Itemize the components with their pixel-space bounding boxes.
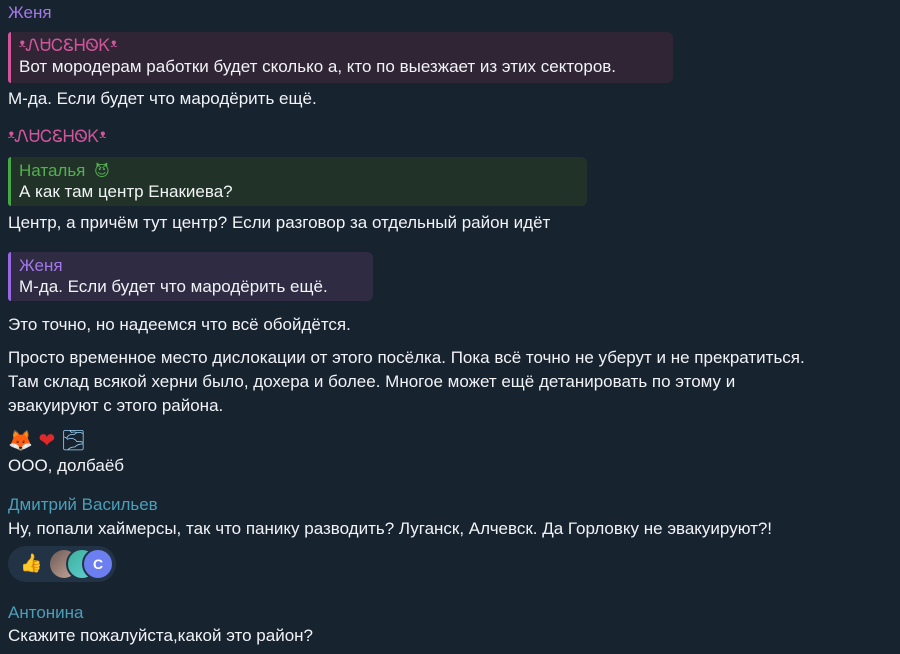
quote-text: М-да. Если будет что мародёрить ещё. — [19, 277, 328, 296]
heart-emoji-icon: ❤ — [38, 428, 56, 452]
message-text: Это точно, но надеемся что всё обойдётся… — [8, 315, 351, 334]
message-text: ООО, долбаёб — [8, 456, 125, 475]
quote-sender: Женя — [19, 256, 63, 275]
quote-sender: ᵜᏁᏌᏟᏋᎻᏫᏦᵜ — [19, 36, 118, 55]
message-text: М-да. Если будет что мародёрить ещё. — [8, 89, 317, 108]
reply-quote[interactable]: ᵜᏁᏌᏟᏋᎻᏫᏦᵜ Вот мородерам работки будет ск… — [8, 32, 673, 83]
thumbs-up-icon: 👍 — [20, 553, 43, 574]
quote-text: А как там центр Енакиева? — [19, 182, 233, 201]
reply-quote[interactable]: Наталья 😈 А как там центр Енакиева? — [8, 157, 587, 206]
message-text-line: эвакуируют с этого района. — [8, 396, 224, 415]
emoji-row: 🦊 ❤ 🌫 — [8, 428, 86, 453]
message-text-line: Просто временное место дислокации от это… — [8, 348, 805, 367]
devil-emoji-icon: 😈 — [94, 162, 110, 180]
reply-quote[interactable]: Женя М-да. Если будет что мародёрить ещё… — [8, 252, 373, 301]
message-text: Центр, а причём тут центр? Если разговор… — [8, 213, 551, 232]
quote-text: Вот мородерам работки будет сколько а, к… — [19, 57, 617, 76]
fox-emoji-icon: 🦊 — [8, 428, 33, 452]
message-sender[interactable]: Женя — [8, 3, 52, 23]
message-sender[interactable]: ᵜᏁᏌᏟᏋᎻᏫᏦᵜ — [8, 127, 106, 147]
rocket-emoji-icon: 🌫 — [60, 428, 87, 452]
message-sender[interactable]: Антонина — [8, 603, 84, 623]
message-text: Ну, попали хаймерсы, так что панику разв… — [8, 519, 773, 538]
message-text-line: Там склад всякой херни было, дохера и бо… — [8, 372, 736, 391]
reaction-pill[interactable]: 👍 C — [8, 546, 116, 582]
message-sender[interactable]: Дмитрий Васильев — [8, 495, 158, 515]
message-text: Скажите пожалуйста,какой это район? — [8, 626, 314, 645]
quote-sender: Наталья — [19, 161, 86, 180]
reactor-avatar-letter: C — [82, 548, 114, 580]
